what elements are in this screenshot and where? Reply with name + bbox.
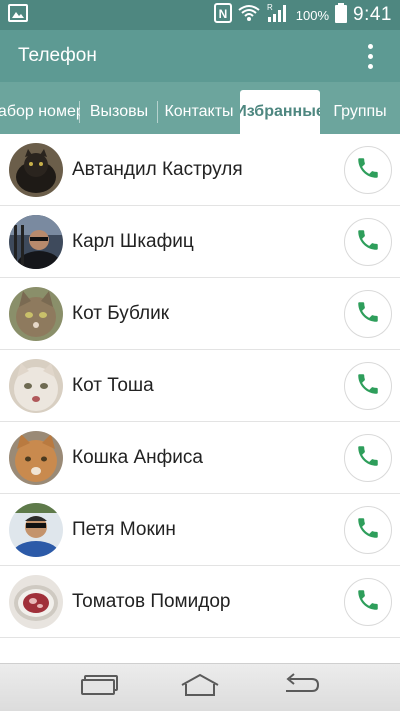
tab-contacts[interactable]: Контакты <box>158 90 240 134</box>
call-button[interactable] <box>344 146 392 194</box>
home-button[interactable] <box>170 668 230 708</box>
wifi-icon <box>238 4 260 27</box>
tab-label: Группы <box>333 103 387 120</box>
list-item[interactable]: Томатов Помидор <box>0 566 400 638</box>
status-time: 9:41 <box>353 4 392 25</box>
tab-favorites[interactable]: Избранные <box>240 90 320 134</box>
status-bar: N R 100% 9:41 <box>0 0 400 30</box>
signal-icon: R <box>266 3 290 28</box>
app-title: Телефон <box>18 45 97 66</box>
tab-label: Вызовы <box>89 103 149 120</box>
avatar <box>9 214 63 269</box>
list-item[interactable]: Кот Тоша <box>0 350 400 422</box>
call-button[interactable] <box>344 290 392 338</box>
navigation-bar <box>0 663 400 711</box>
call-button[interactable] <box>344 506 392 554</box>
list-item[interactable]: Кошка Анфиса <box>0 422 400 494</box>
list-item[interactable]: Кот Бублик <box>0 278 400 350</box>
favorites-list: Автандил Каструля Карл Шкафиц Кот Бублик… <box>0 134 400 638</box>
phone-icon <box>355 515 381 546</box>
tab-dialer[interactable]: Набор номера <box>0 90 80 134</box>
recent-apps-button[interactable] <box>70 668 130 708</box>
tab-groups[interactable]: Группы <box>320 90 400 134</box>
phone-icon <box>355 587 381 618</box>
call-button[interactable] <box>344 218 392 266</box>
home-icon <box>178 673 222 702</box>
svg-text:R: R <box>267 3 273 12</box>
list-item[interactable]: Автандил Каструля <box>0 134 400 206</box>
tab-label: Избранные <box>240 103 320 120</box>
back-icon <box>280 673 320 702</box>
phone-icon <box>355 299 381 330</box>
phone-icon <box>355 227 381 258</box>
avatar <box>9 574 63 629</box>
nfc-icon: N <box>213 2 232 28</box>
phone-icon <box>355 155 381 186</box>
call-button[interactable] <box>344 362 392 410</box>
avatar <box>9 430 63 485</box>
recent-apps-icon <box>80 674 120 701</box>
app-bar: Телефон <box>0 30 400 82</box>
list-item[interactable]: Карл Шкафиц <box>0 206 400 278</box>
battery-icon <box>335 2 348 28</box>
battery-percent: 100% <box>295 7 330 23</box>
avatar <box>9 286 63 341</box>
phone-icon <box>355 443 381 474</box>
svg-text:N: N <box>218 7 227 21</box>
list-item[interactable]: Петя Мокин <box>0 494 400 566</box>
call-button[interactable] <box>344 578 392 626</box>
phone-icon <box>355 371 381 402</box>
tab-bar: Набор номера Вызовы Контакты Избранные Г… <box>0 82 400 134</box>
back-button[interactable] <box>270 668 330 708</box>
overflow-menu-icon[interactable] <box>358 40 382 72</box>
tab-label: Контакты <box>164 103 234 120</box>
avatar <box>9 502 63 557</box>
tab-calls[interactable]: Вызовы <box>80 90 158 134</box>
call-button[interactable] <box>344 434 392 482</box>
tab-label: Набор номера <box>0 103 80 120</box>
avatar <box>9 358 63 413</box>
avatar <box>9 142 63 197</box>
gallery-icon <box>8 3 28 27</box>
